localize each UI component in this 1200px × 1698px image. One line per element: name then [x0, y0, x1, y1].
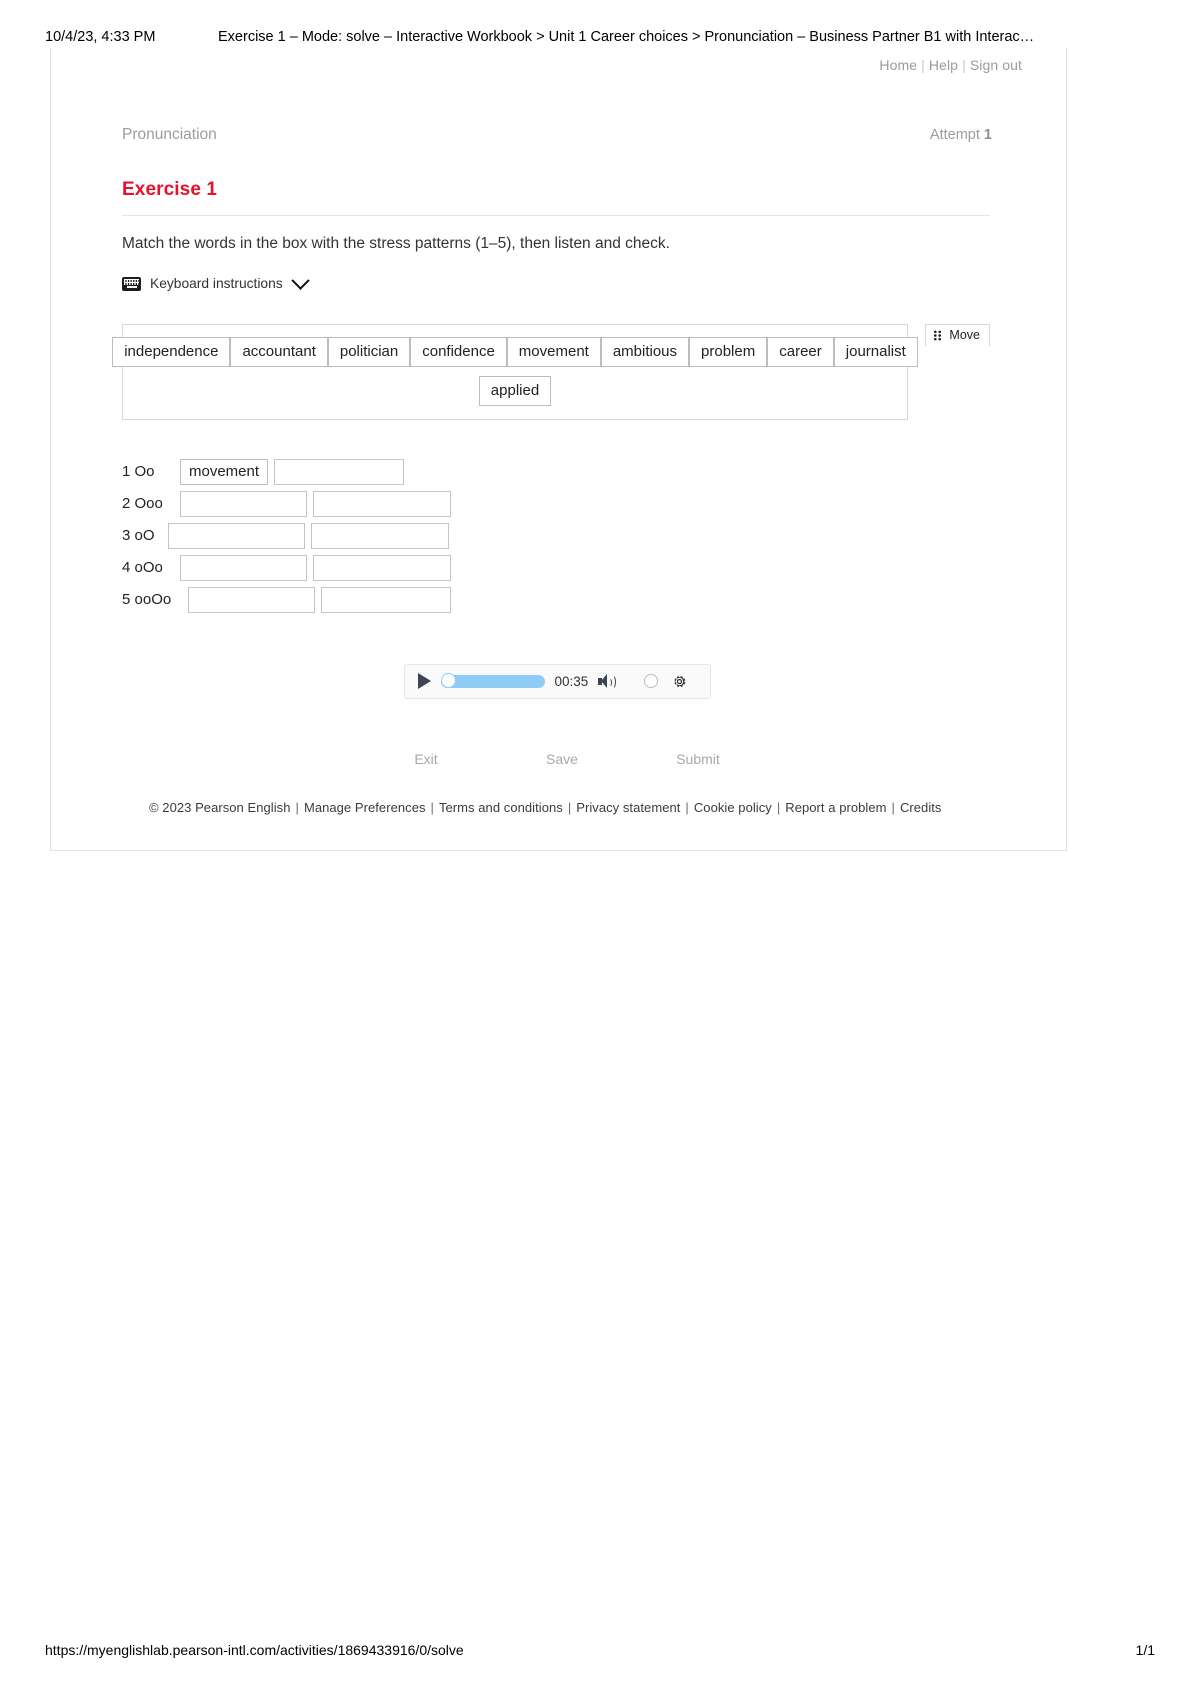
nav-link-home[interactable]: Home [879, 57, 917, 73]
print-header: 10/4/23, 4:33 PM Exercise 1 – Mode: solv… [0, 26, 1200, 48]
footer-link-report-problem[interactable]: Report a problem [785, 800, 886, 815]
exercise-instruction: Match the words in the box with the stre… [122, 235, 670, 252]
seek-thumb[interactable] [440, 673, 456, 689]
word-chip[interactable]: accountant [230, 336, 328, 367]
footer-separator: | [295, 799, 299, 815]
footer: © 2023 Pearson English | Manage Preference… [149, 800, 992, 815]
drop-slot[interactable] [274, 458, 404, 485]
word-bank-row-1: independence accountant politician confi… [112, 336, 918, 367]
activity-content: Pronunciation Attempt 1 Exercise 1 Match… [112, 126, 992, 815]
print-footer-url: https://myenglishlab.pearson-intl.com/ac… [45, 1642, 464, 1658]
pattern-row: 3 oO [122, 520, 992, 552]
gear-icon[interactable] [672, 674, 687, 689]
pattern-row: 5 ooOo [122, 584, 992, 616]
move-button-label: Move [949, 328, 980, 343]
keyboard-instructions-toggle[interactable]: Keyboard instructions [122, 271, 992, 294]
audio-player-container: 00:35 [122, 663, 992, 699]
word-bank: independence accountant politician confi… [112, 323, 918, 420]
footer-copyright: © 2023 Pearson English [149, 799, 291, 815]
pattern-row: 4 oOo [122, 552, 992, 584]
pattern-label: 4 oOo [122, 559, 163, 577]
word-chip[interactable]: independence [112, 336, 231, 367]
exit-button[interactable]: Exit [358, 751, 494, 767]
activity-titlebar: Pronunciation Attempt 1 [122, 126, 992, 152]
footer-link-credits[interactable]: Credits [900, 800, 942, 815]
seek-slider[interactable] [440, 673, 545, 689]
footer-link-cookie-policy[interactable]: Cookie policy [694, 800, 772, 815]
print-header-date: 10/4/23, 4:33 PM [45, 29, 156, 45]
keyboard-instructions-label: Keyboard instructions [150, 276, 283, 292]
print-footer-page: 1/1 [1135, 1642, 1155, 1658]
page-title: Exercise 1 [122, 179, 218, 200]
stress-pattern-list: 1 Oo movement 2 Ooo 3 oO 4 oOo 5 ooOo [122, 456, 992, 616]
print-header-title: Exercise 1 – Mode: solve – Interactive W… [218, 29, 1035, 45]
move-button[interactable]: Move [925, 323, 990, 346]
drop-slot[interactable] [311, 522, 449, 549]
footer-separator: | [685, 799, 689, 815]
attempt-label: Attempt [929, 127, 980, 143]
attempt-indicator: Attempt 1 [930, 127, 992, 143]
footer-link-manage-preferences[interactable]: Manage Preferences [304, 800, 426, 815]
word-chip[interactable]: applied [478, 375, 552, 406]
drop-slot[interactable] [180, 554, 307, 581]
volume-thumb[interactable] [644, 674, 659, 689]
pattern-row: 2 Ooo [122, 488, 992, 520]
footer-link-terms[interactable]: Terms and conditions [439, 800, 563, 815]
activity-page-card: Home | Help | Sign out Pronunciation Attempt… [50, 48, 1067, 851]
attempt-value: 1 [983, 127, 992, 143]
footer-separator: | [567, 799, 572, 815]
chevron-down-icon [290, 271, 310, 291]
audio-player: 00:35 [403, 663, 711, 699]
drop-slot[interactable] [168, 522, 305, 549]
drop-slot[interactable] [313, 554, 451, 581]
grip-dots-icon [933, 329, 943, 341]
pattern-row: 1 Oo movement [122, 456, 992, 488]
word-chip[interactable]: journalist [833, 336, 918, 367]
save-button[interactable]: Save [494, 751, 630, 767]
top-navigation: Home | Help | Sign out [879, 57, 1022, 73]
drop-slot[interactable] [321, 586, 451, 613]
word-chip[interactable]: politician [327, 336, 411, 367]
drop-slot[interactable]: movement [180, 458, 268, 485]
footer-separator: | [430, 799, 434, 815]
footer-separator: | [776, 799, 781, 815]
action-links: Exit Save Submit [122, 751, 992, 767]
print-footer: https://myenglishlab.pearson-intl.com/ac… [0, 1642, 1200, 1662]
drop-slot[interactable] [188, 586, 315, 613]
play-icon[interactable] [417, 673, 431, 690]
pattern-label: 2 Ooo [122, 495, 163, 513]
word-chip[interactable]: career [767, 336, 834, 367]
submit-button[interactable]: Submit [630, 751, 766, 767]
word-bank-container: Move independence accountant politician … [112, 323, 990, 420]
title-divider [122, 215, 990, 216]
word-chip[interactable]: ambitious [600, 336, 690, 367]
drop-slot[interactable] [180, 490, 307, 517]
nav-separator-2: | [962, 57, 966, 73]
keyboard-icon [122, 276, 141, 291]
nav-link-sign-out[interactable]: Sign out [970, 57, 1022, 73]
audio-time: 00:35 [554, 673, 589, 689]
nav-separator-1: | [921, 57, 925, 73]
word-chip[interactable]: problem [689, 336, 768, 367]
word-bank-row-2: applied [135, 375, 895, 406]
footer-separator: | [891, 799, 895, 815]
pattern-label: 1 Oo [122, 463, 155, 481]
footer-link-privacy[interactable]: Privacy statement [576, 800, 680, 815]
pattern-label: 5 ooOo [122, 591, 172, 609]
word-chip[interactable]: confidence [410, 336, 507, 367]
drop-slot[interactable] [313, 490, 451, 517]
word-chip[interactable]: movement [506, 336, 601, 367]
section-name: Pronunciation [122, 126, 217, 143]
nav-link-help[interactable]: Help [929, 57, 958, 73]
speaker-icon[interactable] [598, 673, 617, 690]
